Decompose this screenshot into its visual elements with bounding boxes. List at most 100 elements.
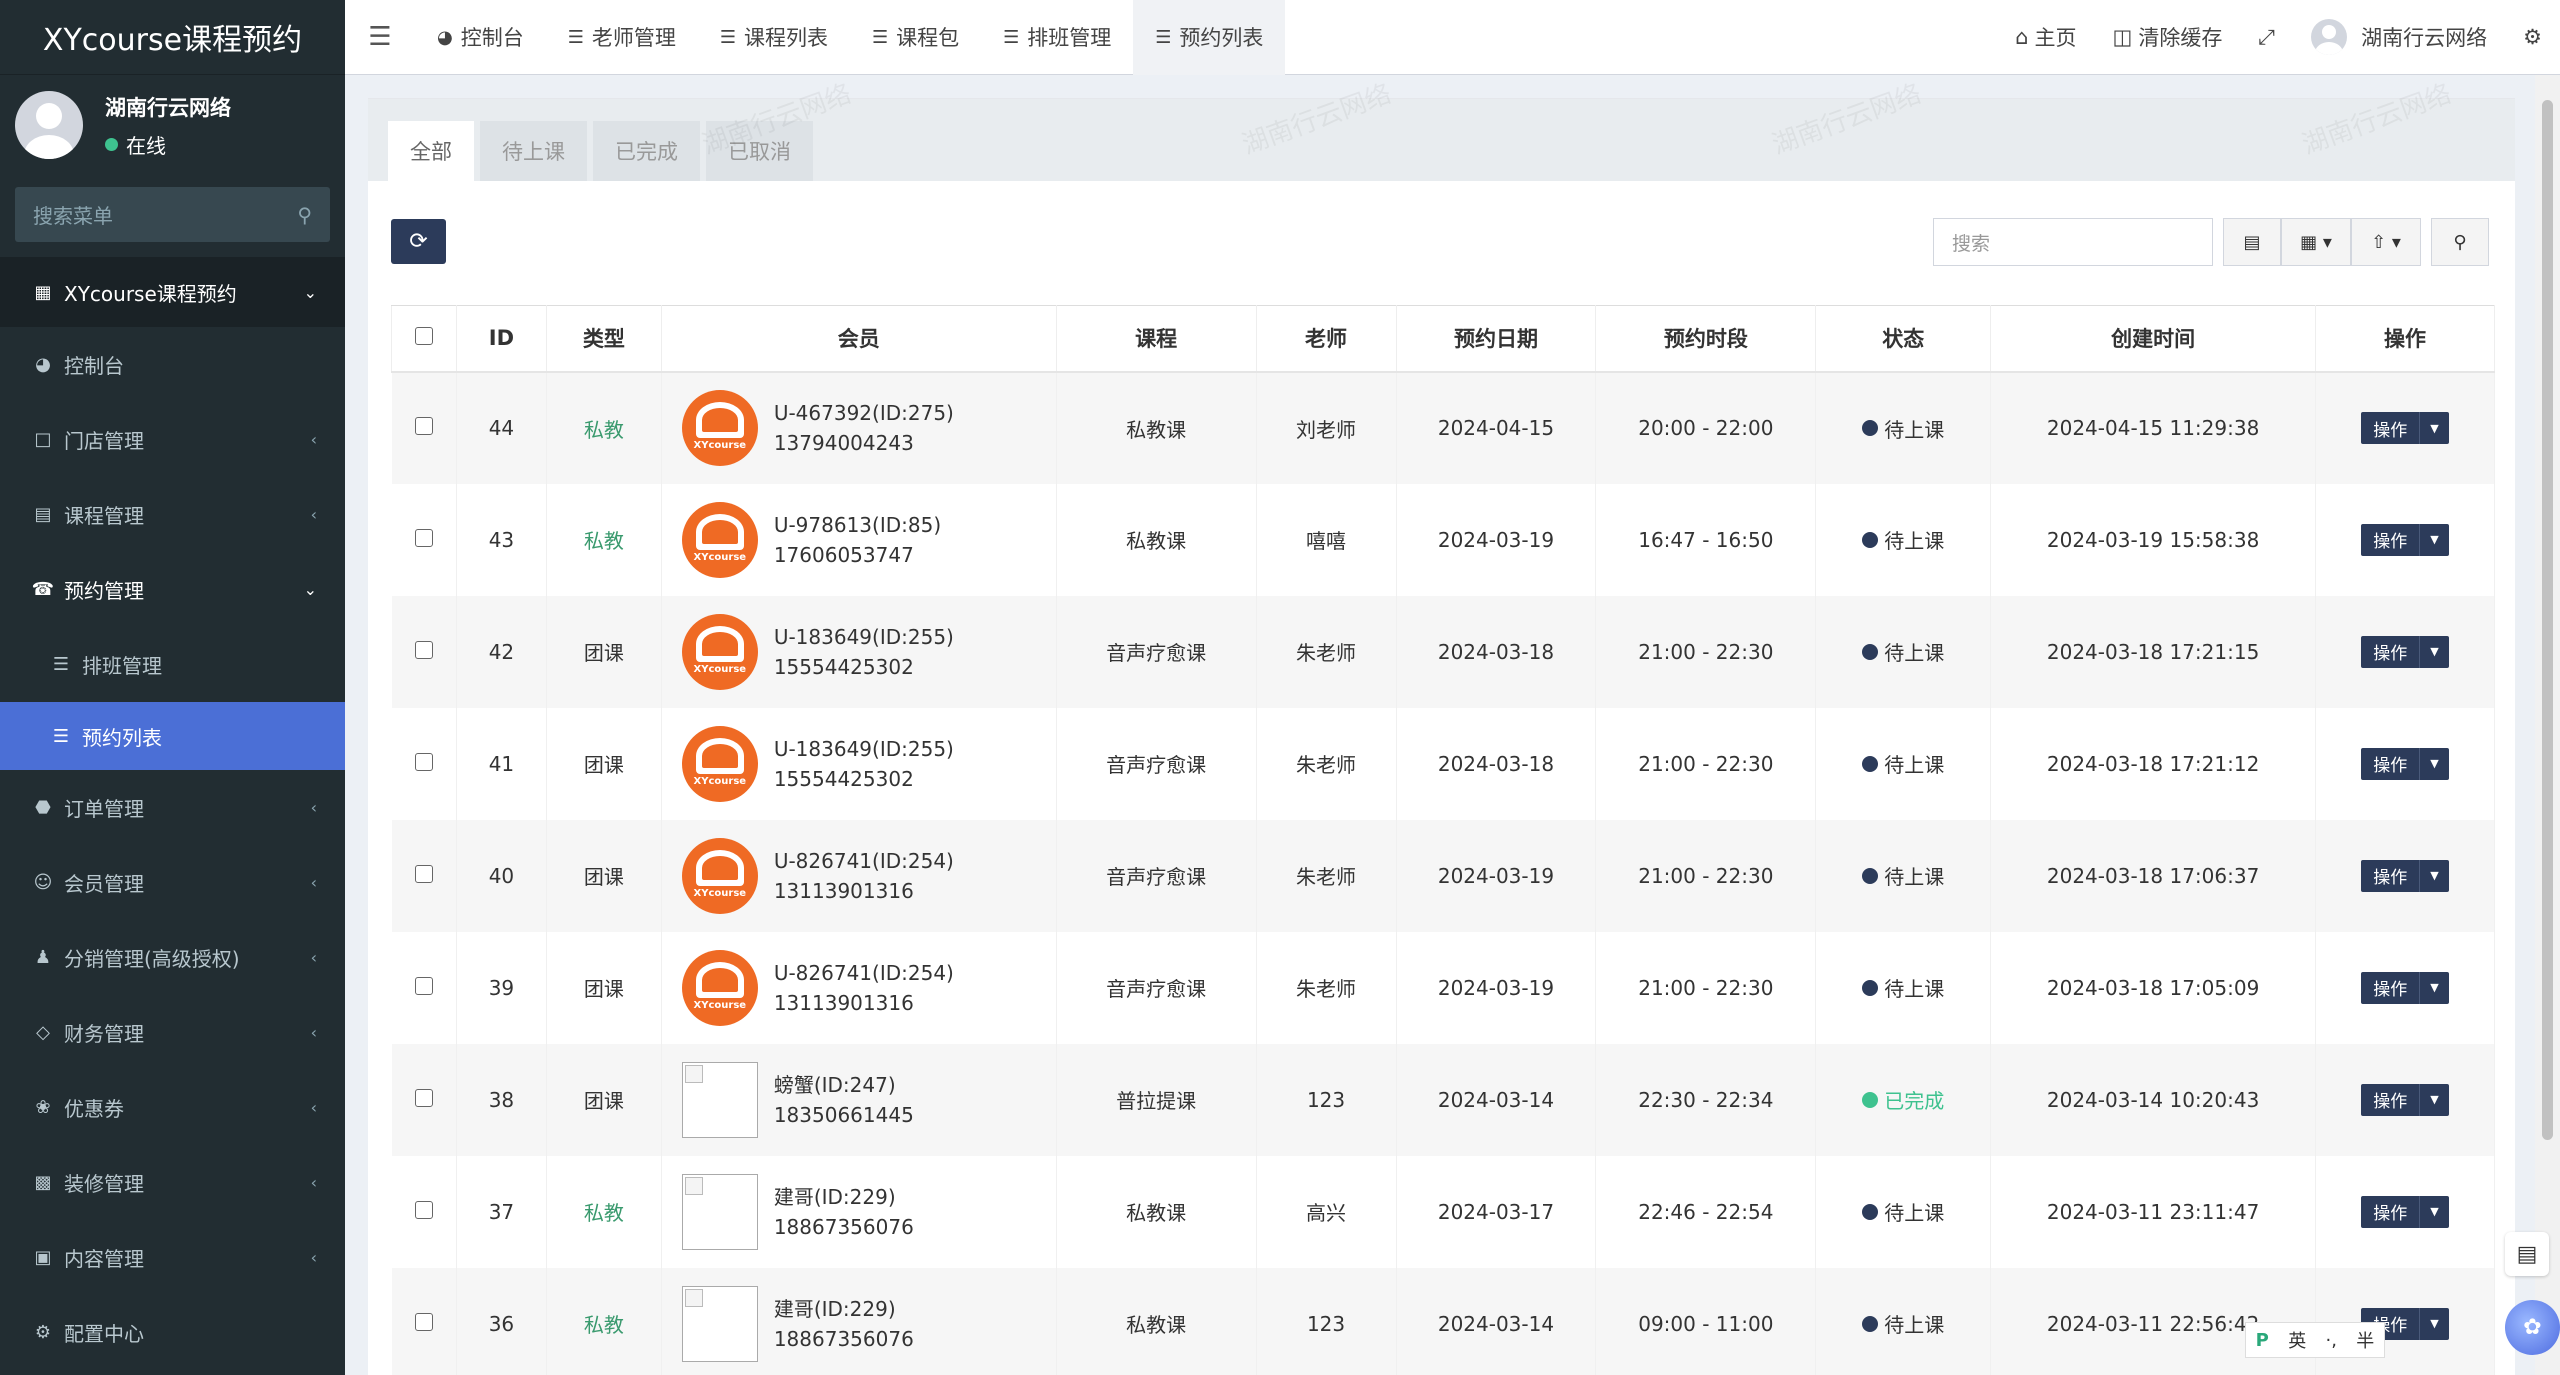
cell-date: 2024-03-18: [1396, 595, 1597, 708]
row-checkbox[interactable]: [414, 528, 433, 547]
ime-punct[interactable]: ·,: [2326, 1330, 2337, 1351]
ime-lang[interactable]: 英: [2288, 1327, 2306, 1353]
sidebar-item-content[interactable]: ▣ 内容管理 ‹: [0, 1220, 345, 1295]
cell-status: 待上课: [1815, 1267, 1992, 1375]
export-button[interactable]: ⇧ ▾: [2351, 218, 2421, 266]
member-name: U-467392(ID:275): [773, 401, 954, 425]
user-menu[interactable]: 湖南行云网络: [2293, 19, 2505, 55]
col-type[interactable]: 类型: [545, 305, 662, 373]
col-course[interactable]: 课程: [1055, 305, 1257, 373]
tab-schedule[interactable]: ☰ 排班管理: [981, 0, 1133, 75]
sidebar-header-app[interactable]: ▦ XYcourse课程预约 ⌄: [0, 257, 345, 327]
operation-dropdown-button[interactable]: 操作 ▼: [2361, 859, 2449, 892]
fullscreen-icon[interactable]: ⤢: [2240, 25, 2293, 50]
assistant-brain-icon[interactable]: ✿: [2505, 1300, 2560, 1355]
row-checkbox[interactable]: [414, 864, 433, 883]
filter-tab-done[interactable]: 已完成: [593, 121, 700, 181]
tab-course-list[interactable]: ☰ 课程列表: [698, 0, 850, 75]
table-search-input[interactable]: 搜索: [1933, 218, 2213, 266]
row-checkbox[interactable]: [414, 417, 433, 435]
cell-course: 私教课: [1056, 1155, 1257, 1268]
ime-toolbar[interactable]: P 英 ·, 半: [2245, 1322, 2385, 1358]
sidebar-item-booking[interactable]: ☎ 预约管理 ⌄: [0, 552, 345, 627]
tab-teachers[interactable]: ☰ 老师管理: [546, 0, 698, 75]
table-row: 43 私教 XYcourse U-978613(ID:85) 17606053747…: [391, 483, 2495, 596]
menu-toggle-icon[interactable]: ☰: [345, 22, 415, 52]
col-id[interactable]: ID: [455, 305, 547, 373]
tab-dashboard[interactable]: ◕ 控制台: [415, 0, 546, 75]
col-member[interactable]: 会员: [660, 305, 1057, 373]
operation-dropdown-button[interactable]: 操作 ▼: [2361, 635, 2449, 668]
row-checkbox[interactable]: [414, 1088, 433, 1107]
cell-created: 2024-04-15 11:29:38: [1990, 371, 2316, 484]
sidebar-item-stores[interactable]: □ 门店管理 ‹: [0, 402, 345, 477]
row-checkbox[interactable]: [414, 1312, 433, 1331]
col-status[interactable]: 状态: [1815, 305, 1992, 373]
cell-date: 2024-03-14: [1396, 1267, 1597, 1375]
sidebar-item-dashboard[interactable]: ◕ 控制台: [0, 327, 345, 402]
row-checkbox[interactable]: [414, 640, 433, 659]
sidebar-item-decoration[interactable]: ▩ 装修管理 ‹: [0, 1145, 345, 1220]
sidebar-item-config[interactable]: ⚙ 配置中心: [0, 1295, 345, 1370]
broken-image-icon: [681, 1285, 758, 1362]
member-phone: 13113901316: [773, 990, 914, 1015]
operation-dropdown-button[interactable]: 操作 ▼: [2361, 1195, 2449, 1228]
sidebar-item-coupons[interactable]: ❀ 优惠券 ‹: [0, 1070, 345, 1145]
col-slot[interactable]: 预约时段: [1595, 305, 1817, 373]
sidebar-item-members[interactable]: ☺ 会员管理 ‹: [0, 845, 345, 920]
operation-dropdown-button[interactable]: 操作 ▼: [2361, 971, 2449, 1004]
refresh-button[interactable]: ⟳: [391, 219, 446, 264]
filter-tab-all[interactable]: 全部: [388, 121, 474, 181]
sidebar-item-finance[interactable]: ◇ 财务管理 ‹: [0, 995, 345, 1070]
columns-button[interactable]: ▦ ▾: [2281, 218, 2351, 266]
operation-dropdown-button[interactable]: 操作 ▼: [2361, 747, 2449, 780]
sidebar-item-label: 分销管理(高级授权): [64, 947, 240, 971]
tab-course-package[interactable]: ☰ 课程包: [850, 0, 981, 75]
col-teacher[interactable]: 老师: [1255, 305, 1397, 373]
row-checkbox[interactable]: [414, 752, 433, 771]
search-button[interactable]: ⚲: [2431, 218, 2489, 266]
member-phone: 13113901316: [773, 878, 914, 903]
cell-created: 2024-03-18 17:21:12: [1990, 707, 2316, 820]
row-checkbox[interactable]: [414, 976, 433, 995]
operation-dropdown-button[interactable]: 操作 ▼: [2361, 1083, 2449, 1116]
filter-tab-cancelled[interactable]: 已取消: [706, 121, 813, 181]
row-select-cell: [391, 483, 457, 596]
row-checkbox[interactable]: [414, 1200, 433, 1219]
cell-date: 2024-03-14: [1396, 1043, 1597, 1156]
sidebar-item-booking-list[interactable]: ☰ 预约列表: [0, 702, 345, 770]
brand-logo[interactable]: XYcourse课程预约: [0, 0, 345, 75]
cell-teacher: 朱老师: [1256, 707, 1397, 820]
filter-tab-pending[interactable]: 待上课: [480, 121, 587, 181]
sidebar-item-label: 内容管理: [64, 1247, 144, 1271]
scrollbar-thumb[interactable]: [2542, 100, 2553, 1140]
menu-search-input[interactable]: 搜索菜单 ⚲: [15, 187, 330, 242]
filter-tabs: 全部 待上课 已完成 已取消: [368, 99, 2515, 181]
clear-cache-button[interactable]: ◫ 清除缓存: [2095, 22, 2241, 52]
member-phone: 18867356076: [773, 1214, 914, 1239]
book-icon[interactable]: ▤: [2505, 1232, 2549, 1276]
col-created[interactable]: 创建时间: [1990, 305, 2316, 373]
settings-icon[interactable]: ⚙: [2505, 25, 2560, 49]
operation-dropdown-button[interactable]: 操作 ▼: [2361, 523, 2449, 556]
col-date[interactable]: 预约日期: [1395, 305, 1597, 373]
cell-actions: 操作 ▼: [2315, 1155, 2495, 1268]
cell-id: 44: [456, 371, 547, 484]
sidebar-item-distribution[interactable]: ♟ 分销管理(高级授权) ‹: [0, 920, 345, 995]
cell-slot: 22:30 - 22:34: [1595, 1043, 1817, 1156]
ime-width[interactable]: 半: [2356, 1327, 2374, 1353]
main-content: 湖南行云网络 湖南行云网络 湖南行云网络 湖南行云网络 湖南行云网络 湖南行云网…: [345, 75, 2535, 1375]
sidebar-item-courses[interactable]: ▤ 课程管理 ‹: [0, 477, 345, 552]
sidebar-item-label: 控制台: [64, 354, 124, 378]
tab-booking-list[interactable]: ☰ 预约列表: [1133, 0, 1286, 75]
member-avatar: XYcourse: [681, 837, 758, 914]
caret-down-icon: ▼: [2430, 981, 2439, 994]
toggle-view-button[interactable]: ▤: [2223, 218, 2281, 266]
select-all-checkbox[interactable]: [414, 327, 433, 346]
operation-dropdown-button[interactable]: 操作 ▼: [2361, 412, 2449, 444]
sidebar-item-schedule[interactable]: ☰ 排班管理: [0, 627, 345, 702]
page-scrollbar[interactable]: [2535, 75, 2560, 1375]
home-link[interactable]: ⌂ 主页: [1997, 22, 2094, 52]
search-icon[interactable]: ⚲: [297, 203, 312, 227]
sidebar-item-orders[interactable]: ⬣ 订单管理 ‹: [0, 770, 345, 845]
